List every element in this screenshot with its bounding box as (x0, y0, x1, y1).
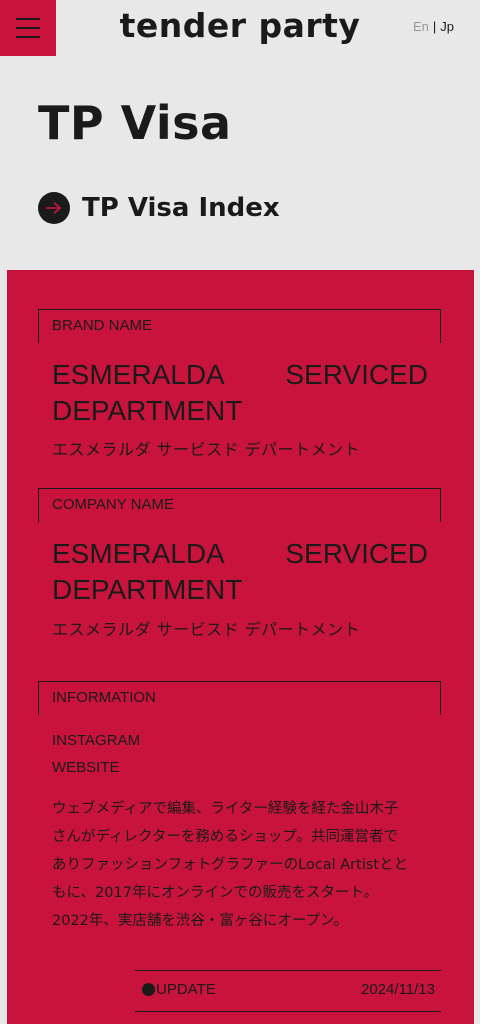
arrow-right-glyph (46, 201, 62, 215)
description-line: ありファッションフォトグラファーのLocal Artistとと (52, 857, 409, 873)
index-link-label: TP Visa Index (82, 193, 280, 223)
brand-name-line2: DEPARTMENT (52, 395, 243, 426)
lang-separator: | (432, 19, 437, 34)
brand-name-word: SERVICED (285, 359, 428, 390)
dot-icon (142, 983, 155, 996)
brand-name: ESMERALDA SERVICED DEPARTMENT (52, 357, 428, 429)
information-label: INFORMATION (38, 681, 441, 715)
company-name: ESMERALDA SERVICED DEPARTMENT (52, 536, 428, 608)
site-logo[interactable]: tender party (0, 6, 480, 45)
page-title: TP Visa (38, 96, 232, 150)
brand-name-kana: エスメラルダ サービスド デパートメント (52, 440, 361, 459)
arrow-right-icon (38, 192, 70, 224)
update-label: UPDATE (156, 981, 216, 998)
shop-description: ウェブメディアで編集、ライター経験を経た金山木子 さんがディレクターを務めるショ… (52, 795, 444, 935)
company-name-word: SERVICED (285, 538, 428, 569)
description-line: もに、2017年にオンラインでの販売をスタート。 (52, 885, 379, 901)
company-name-line2: DEPARTMENT (52, 574, 243, 605)
lang-en-link[interactable]: En (413, 19, 429, 34)
company-name-line1: ESMERALDA SERVICED (52, 536, 428, 572)
website-link[interactable]: WEBSITE (52, 759, 120, 776)
description-line: 2022年、実店舗を渋谷・富ヶ谷にオープン。 (52, 913, 349, 929)
description-line: さんがディレクターを務めるショップ。共同運営者で (52, 829, 398, 845)
brand-name-word: ESMERALDA (52, 359, 225, 390)
update-info: UPDATE 2024/11/13 (135, 970, 441, 1012)
visa-detail-card: BRAND NAME ESMERALDA SERVICED DEPARTMENT… (7, 270, 474, 1024)
brand-name-line1: ESMERALDA SERVICED (52, 357, 428, 393)
language-switcher: En | Jp (413, 19, 454, 34)
brand-name-label: BRAND NAME (38, 309, 441, 343)
company-name-word: ESMERALDA (52, 538, 225, 569)
tp-visa-index-link[interactable]: TP Visa Index (38, 192, 280, 224)
update-date: 2024/11/13 (361, 981, 435, 998)
lang-jp-link[interactable]: Jp (440, 19, 454, 34)
instagram-link[interactable]: INSTAGRAM (52, 732, 140, 749)
company-name-kana: エスメラルダ サービスド デパートメント (52, 620, 361, 639)
description-line: ウェブメディアで編集、ライター経験を経た金山木子 (52, 801, 399, 817)
site-header: tender party En | Jp (0, 0, 480, 56)
company-name-label: COMPANY NAME (38, 488, 441, 522)
